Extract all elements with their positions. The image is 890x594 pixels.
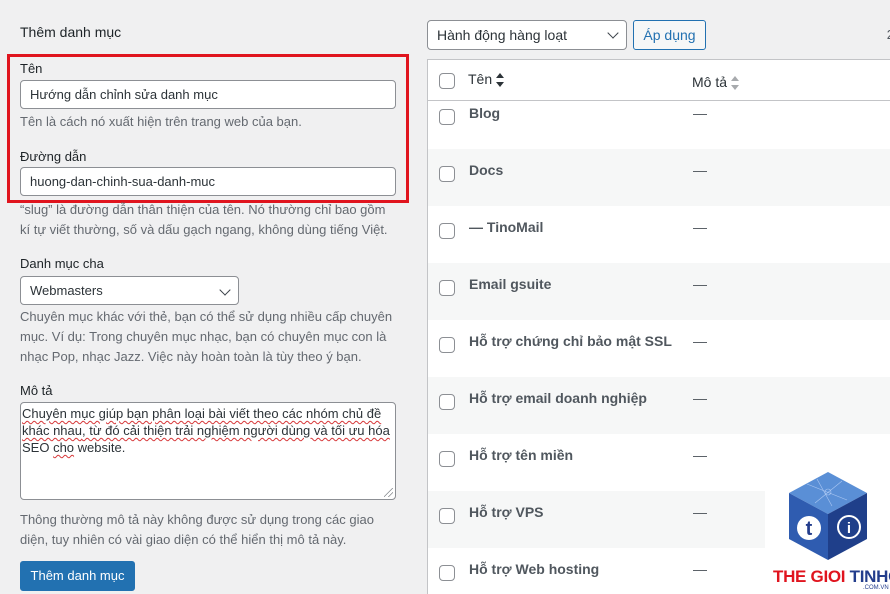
category-name-link[interactable]: Hỗ trợ chứng chỉ bảo mật SSL <box>469 333 672 349</box>
column-name[interactable]: Tên <box>468 71 505 88</box>
parent-select-value: Webmasters <box>30 283 103 298</box>
logo-text-red: THE GIOI <box>773 567 850 586</box>
category-name-link[interactable]: — TinoMail <box>469 219 543 235</box>
category-name-link[interactable]: Hỗ trợ email doanh nghiệp <box>469 390 647 406</box>
watermark-logo: t i THE GIOI TINHOC .COM.VN <box>765 470 890 594</box>
category-description: — <box>693 390 707 406</box>
column-name-label: Tên <box>468 71 493 87</box>
row-checkbox[interactable] <box>439 508 455 524</box>
column-desc-label: Mô tả <box>692 74 728 90</box>
row-checkbox[interactable] <box>439 166 455 182</box>
name-label: Tên <box>20 61 43 76</box>
row-checkbox[interactable] <box>439 394 455 410</box>
row-checkbox[interactable] <box>439 109 455 125</box>
row-checkbox[interactable] <box>439 280 455 296</box>
bulk-action-select[interactable]: Hành động hàng loạt <box>427 20 627 50</box>
category-name-link[interactable]: Hỗ trợ tên miền <box>469 447 573 463</box>
desc-line-1: Chuyên mục giúp bạn phân loại bài viết t… <box>22 406 382 421</box>
parent-help: Chuyên mục khác với thẻ, bạn có thể sử d… <box>20 309 393 364</box>
category-name-link[interactable]: Blog <box>469 105 500 121</box>
chevron-down-icon <box>219 284 231 296</box>
slug-input[interactable]: huong-dan-chinh-sua-danh-muc <box>20 167 396 196</box>
table-row: Blog — <box>428 92 890 149</box>
slug-help-line-2: kí tự viết thường, số và dấu gạch ngang,… <box>20 222 388 237</box>
table-row: Hỗ trợ chứng chỉ bảo mật SSL — <box>428 320 890 377</box>
row-checkbox[interactable] <box>439 451 455 467</box>
slug-help-line-1: “slug” là đường dẫn thân thiện của tên. … <box>20 202 386 217</box>
category-description: — <box>693 504 707 520</box>
resize-handle[interactable] <box>384 488 393 497</box>
select-all-checkbox[interactable] <box>439 73 455 89</box>
svg-text:t: t <box>806 518 813 540</box>
cube-logo-icon: t i <box>789 472 867 560</box>
desc-line-2-b: , từ đó cải thiện trải nghiệm người dùng… <box>82 423 390 438</box>
desc-line-3-b: cho <box>53 440 75 455</box>
desc-line-3-c: website. <box>74 440 126 455</box>
category-name-link[interactable]: Docs <box>469 162 503 178</box>
category-name-link[interactable]: Hỗ trợ VPS <box>469 504 544 520</box>
row-checkbox[interactable] <box>439 223 455 239</box>
description-textarea[interactable]: Chuyên mục giúp bạn phân loại bài viết t… <box>20 402 396 500</box>
add-category-button[interactable]: Thêm danh mục <box>20 561 135 591</box>
category-description: — <box>693 162 707 178</box>
parent-select[interactable]: Webmasters <box>20 276 239 305</box>
name-help: Tên là cách nó xuất hiện trên trang web … <box>20 114 302 129</box>
table-row: — TinoMail — <box>428 206 890 263</box>
form-title: Thêm danh mục <box>20 24 122 40</box>
name-input[interactable]: Hướng dẫn chỉnh sửa danh mục <box>20 80 396 109</box>
column-description[interactable]: Mô tả <box>692 74 740 91</box>
category-description: — <box>693 276 707 292</box>
apply-button[interactable]: Áp dụng <box>633 20 706 50</box>
slug-label: Đường dẫn <box>20 149 87 164</box>
sort-icon <box>731 76 740 91</box>
desc-label: Mô tả <box>20 383 53 398</box>
category-description: — <box>693 105 707 121</box>
category-description: — <box>693 561 707 577</box>
desc-line-2-a: khác nhau <box>22 423 82 438</box>
bulk-action-value: Hành động hàng loạt <box>437 27 567 43</box>
slug-help: “slug” là đường dẫn thân thiện của tên. … <box>20 200 420 240</box>
sort-icon <box>496 73 505 88</box>
table-row: Email gsuite — <box>428 263 890 320</box>
parent-label: Danh mục cha <box>20 256 104 271</box>
table-row: Hỗ trợ email doanh nghiệp — <box>428 377 890 434</box>
category-name-link[interactable]: Email gsuite <box>469 276 551 292</box>
logo-text-blue: TINHOC <box>849 567 890 586</box>
add-category-panel: Thêm danh mục Tên Hướng dẫn chỉnh sửa da… <box>0 0 420 594</box>
table-row: Docs — <box>428 149 890 206</box>
desc-line-3-a: SEO <box>22 440 54 455</box>
logo-subtext: .COM.VN <box>863 585 889 591</box>
category-description: — <box>693 447 707 463</box>
desc-help: Thông thường mô tả này không được sử dụn… <box>20 512 374 547</box>
row-checkbox[interactable] <box>439 565 455 581</box>
category-description: — <box>693 333 707 349</box>
category-description: — <box>693 219 707 235</box>
category-name-link[interactable]: Hỗ trợ Web hosting <box>469 561 599 577</box>
logo-text: THE GIOI TINHOC <box>773 567 890 587</box>
svg-text:i: i <box>847 520 851 537</box>
chevron-down-icon <box>607 27 619 39</box>
row-checkbox[interactable] <box>439 337 455 353</box>
